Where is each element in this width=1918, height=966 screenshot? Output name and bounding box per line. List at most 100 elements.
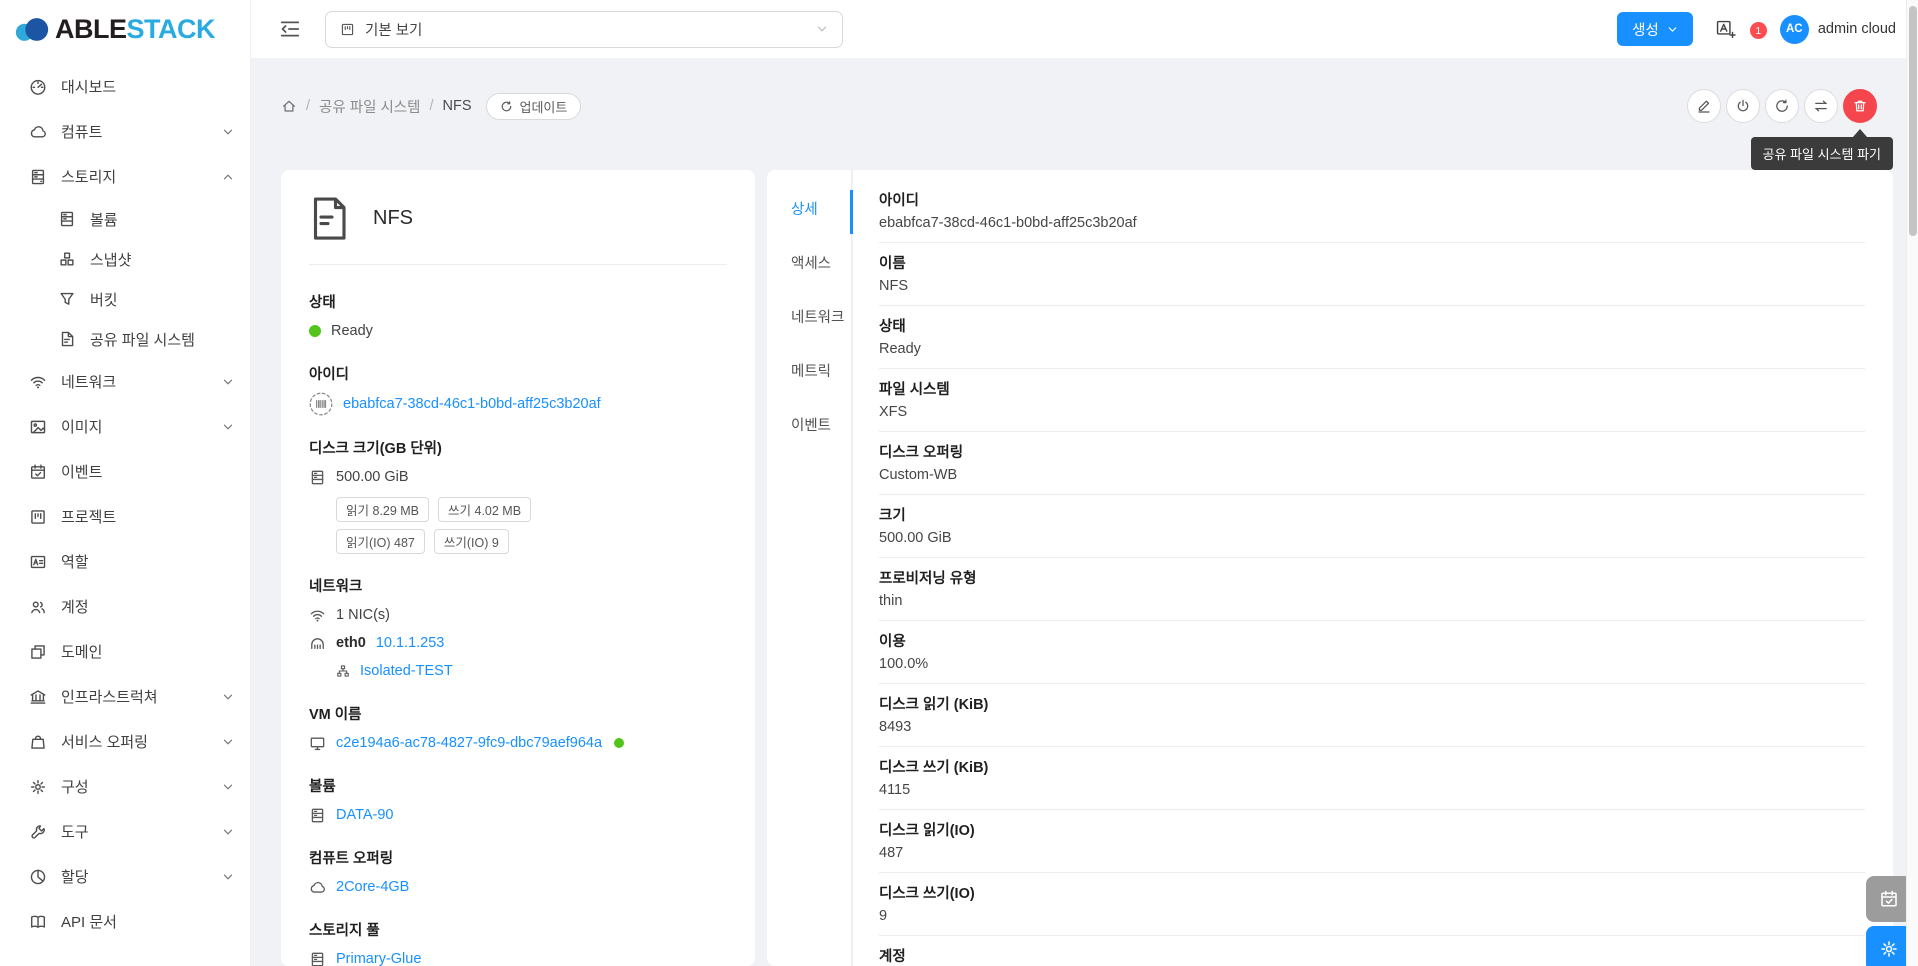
shared-filesystem-icon bbox=[58, 330, 76, 348]
sidebar-item-image[interactable]: 이미지 bbox=[0, 404, 250, 449]
domain-icon bbox=[29, 643, 47, 661]
sidebar-item-domain[interactable]: 도메인 bbox=[0, 629, 250, 674]
detail-value: ebabfca7-38cd-46c1-b0bd-aff25c3b20af bbox=[879, 215, 1137, 231]
sidebar-nav: 대시보드 컴퓨트 스토리지 볼륨 스냅샷 버킷 공유 파일 시스템 네트워크 이… bbox=[0, 58, 250, 944]
sidebar-item-config[interactable]: 구성 bbox=[0, 764, 250, 809]
app: ABLESTACK 대시보드 컴퓨트 스토리지 볼륨 스냅샷 버킷 공유 파일 … bbox=[0, 0, 1918, 966]
detail-row: 디스크 읽기 (KiB) 8493 bbox=[879, 684, 1865, 747]
sidebar-item-label: 스냅샷 bbox=[90, 251, 132, 269]
sidebar-item-label: 인프라스트럭쳐 bbox=[61, 689, 158, 706]
scrollbar-thumb[interactable] bbox=[1909, 6, 1917, 236]
section-label: VM 이름 bbox=[309, 707, 362, 723]
tab-access[interactable]: 액세스 bbox=[767, 246, 851, 300]
reload-button[interactable] bbox=[1765, 89, 1799, 123]
user-menu[interactable]: AC admin cloud bbox=[1779, 14, 1896, 44]
tab-metrics[interactable]: 메트릭 bbox=[767, 354, 851, 408]
detail-row: 디스크 쓰기(IO) 9 bbox=[879, 873, 1865, 936]
detail-value: 500.00 GiB bbox=[879, 530, 952, 546]
home-icon[interactable] bbox=[281, 98, 297, 114]
sidebar-item-label: 이벤트 bbox=[61, 464, 103, 481]
sidebar-item-label: 컴퓨트 bbox=[61, 124, 103, 141]
sidebar-item-project[interactable]: 프로젝트 bbox=[0, 494, 250, 539]
sidebar-item-label: 계정 bbox=[61, 599, 89, 616]
sidebar-item-label: 역할 bbox=[61, 554, 89, 571]
translate-icon[interactable] bbox=[1715, 19, 1736, 40]
project-icon bbox=[29, 508, 47, 526]
detail-label: 크기 bbox=[879, 508, 906, 524]
edit-button[interactable] bbox=[1687, 89, 1721, 123]
sidebar-item-storage[interactable]: 스토리지 bbox=[0, 154, 250, 199]
breadcrumb-parent[interactable]: 공유 파일 시스템 bbox=[319, 96, 420, 117]
status-dot bbox=[309, 325, 321, 337]
sidebar-item-network[interactable]: 네트워크 bbox=[0, 359, 250, 404]
barcode-icon bbox=[309, 392, 333, 416]
storage-pool-link[interactable]: Primary-Glue bbox=[336, 951, 421, 966]
detail-row: 파일 시스템 XFS bbox=[879, 369, 1865, 432]
vm-status-dot bbox=[614, 738, 625, 748]
tab-network[interactable]: 네트워크 bbox=[767, 300, 851, 354]
network-name-link[interactable]: Isolated-TEST bbox=[360, 663, 453, 679]
brand-stack: STACK bbox=[126, 13, 216, 44]
breadcrumb-current: NFS bbox=[442, 98, 472, 114]
create-button[interactable]: 생성 bbox=[1617, 12, 1693, 46]
compute-offering-link[interactable]: 2Core-4GB bbox=[336, 879, 409, 895]
nic-ip-link[interactable]: 10.1.1.253 bbox=[376, 635, 445, 651]
sidebar-item-tools[interactable]: 도구 bbox=[0, 809, 250, 854]
chevron-down-icon bbox=[222, 421, 234, 433]
detail-value: NFS bbox=[879, 278, 908, 294]
disk-size-section: 디스크 크기(GB 단위) 500.00 GiB 읽기 8.29 MB 쓰기 4… bbox=[309, 437, 727, 554]
sidebar-item-label: API 문서 bbox=[61, 914, 117, 931]
chevron-up-icon bbox=[222, 171, 234, 183]
chevron-down-icon bbox=[222, 691, 234, 703]
sidebar-item-label: 할당 bbox=[61, 869, 89, 886]
detail-value: Custom-WB bbox=[879, 467, 958, 483]
menu-fold-icon[interactable] bbox=[279, 18, 301, 40]
disk-io-badges: 읽기 8.29 MB 쓰기 4.02 MB bbox=[336, 497, 727, 522]
detail-label: 프로비저닝 유형 bbox=[879, 571, 977, 587]
resource-id-link[interactable]: ebabfca7-38cd-46c1-b0bd-aff25c3b20af bbox=[343, 396, 601, 412]
cluster-icon bbox=[336, 664, 350, 678]
infrastructure-icon bbox=[29, 688, 47, 706]
sidebar-item-compute[interactable]: 컴퓨트 bbox=[0, 109, 250, 154]
power-button[interactable] bbox=[1726, 89, 1760, 123]
sidebar-item-bucket[interactable]: 버킷 bbox=[0, 279, 250, 319]
migrate-button[interactable] bbox=[1804, 89, 1838, 123]
tab-events[interactable]: 이벤트 bbox=[767, 408, 851, 462]
sidebar-item-snapshot[interactable]: 스냅샷 bbox=[0, 239, 250, 279]
section-label: 상태 bbox=[309, 295, 336, 311]
sidebar-item-api-doc[interactable]: API 문서 bbox=[0, 899, 250, 944]
tab-details[interactable]: 상세 bbox=[767, 190, 853, 246]
service-offering-icon bbox=[29, 733, 47, 751]
brand-logo[interactable]: ABLESTACK bbox=[0, 0, 250, 58]
snapshot-icon bbox=[58, 250, 76, 268]
chevron-down-icon bbox=[1667, 24, 1678, 35]
divider bbox=[309, 264, 727, 265]
sidebar: ABLESTACK 대시보드 컴퓨트 스토리지 볼륨 스냅샷 버킷 공유 파일 … bbox=[0, 0, 251, 966]
breadcrumb-separator: / bbox=[306, 98, 311, 114]
destroy-button[interactable] bbox=[1843, 89, 1877, 123]
sidebar-item-dashboard[interactable]: 대시보드 bbox=[0, 64, 250, 109]
update-button[interactable]: 업데이트 bbox=[485, 92, 582, 120]
sidebar-item-label: 네트워크 bbox=[61, 374, 117, 391]
view-selector[interactable]: 기본 보기 bbox=[325, 10, 843, 48]
sidebar-item-shared-filesystem[interactable]: 공유 파일 시스템 bbox=[0, 319, 250, 359]
page-scrollbar[interactable] bbox=[1906, 0, 1918, 966]
sidebar-item-quota[interactable]: 할당 bbox=[0, 854, 250, 899]
read-bytes-badge: 읽기 8.29 MB bbox=[336, 497, 430, 522]
section-label: 볼륨 bbox=[309, 779, 336, 795]
notification-badge: 1 bbox=[1749, 22, 1767, 39]
sidebar-item-volume[interactable]: 볼륨 bbox=[0, 199, 250, 239]
chevron-down-icon bbox=[222, 781, 234, 793]
sidebar-item-account[interactable]: 계정 bbox=[0, 584, 250, 629]
volume-link[interactable]: DATA-90 bbox=[336, 807, 393, 823]
sidebar-item-infrastructure[interactable]: 인프라스트럭쳐 bbox=[0, 674, 250, 719]
vm-link[interactable]: c2e194a6-ac78-4827-9fc9-dbc79aef964a bbox=[336, 735, 602, 751]
file-icon bbox=[309, 196, 349, 240]
detail-label: 디스크 읽기 (KiB) bbox=[879, 697, 989, 713]
storage-pool-section: 스토리지 풀 Primary-Glue bbox=[309, 919, 727, 966]
sidebar-item-service-offering[interactable]: 서비스 오퍼링 bbox=[0, 719, 250, 764]
sidebar-item-role[interactable]: 역할 bbox=[0, 539, 250, 584]
account-icon bbox=[29, 598, 47, 616]
detail-row: 디스크 쓰기 (KiB) 4115 bbox=[879, 747, 1865, 810]
sidebar-item-event[interactable]: 이벤트 bbox=[0, 449, 250, 494]
